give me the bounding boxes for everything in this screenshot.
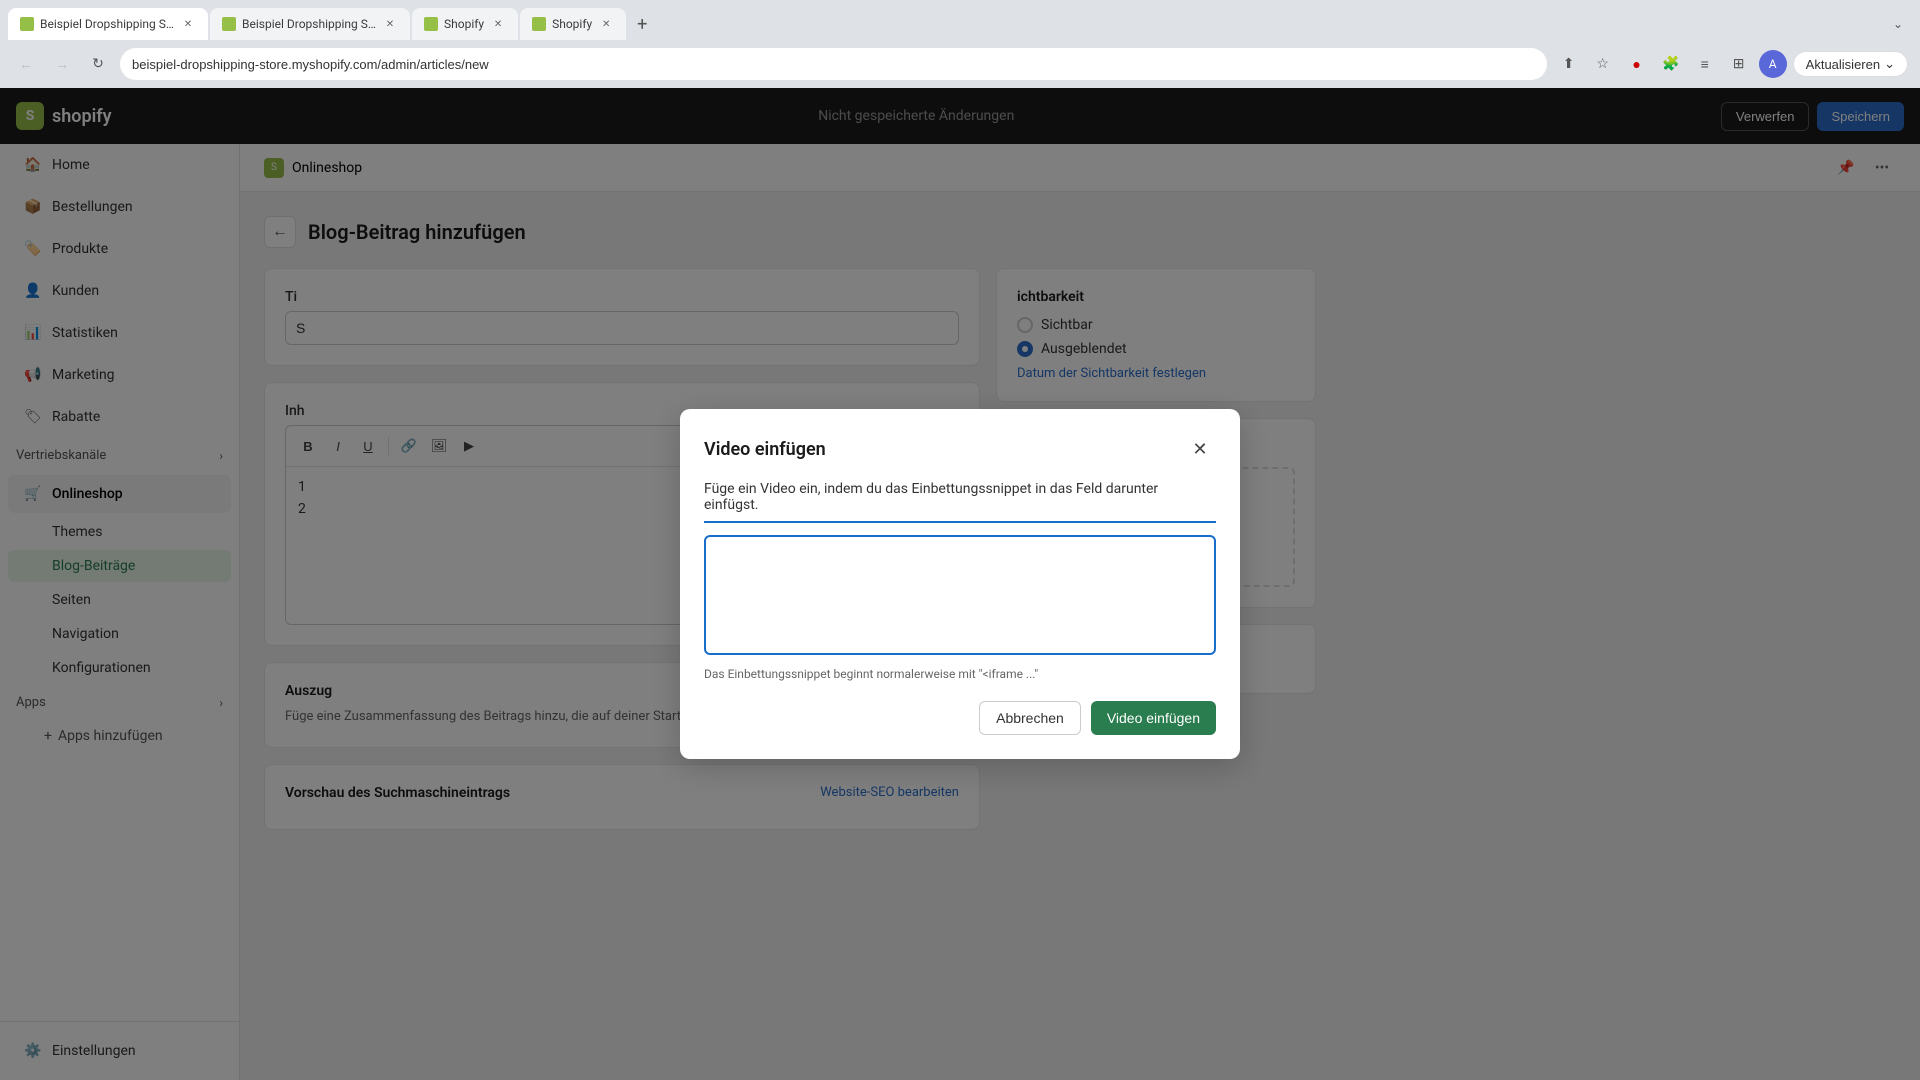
aktualisieren-chevron: ⌄ (1884, 56, 1895, 72)
layout-icon[interactable]: ⊞ (1725, 50, 1753, 78)
tab-4-title: Shopify (552, 17, 592, 31)
tab-3[interactable]: Shopify ✕ (412, 8, 518, 40)
tab-3-close[interactable]: ✕ (490, 16, 506, 32)
video-einfuegen-button[interactable]: Video einfügen (1091, 701, 1216, 735)
abbrechen-button[interactable]: Abbrechen (979, 701, 1081, 735)
tab-2-favicon (222, 17, 236, 31)
modal-embed-textarea[interactable] (704, 535, 1216, 655)
tab-3-title: Shopify (444, 17, 484, 31)
modal-close-button[interactable]: ✕ (1184, 433, 1216, 465)
new-tab-button[interactable]: + (628, 10, 656, 38)
tab-2[interactable]: Beispiel Dropshipping Store ✕ (210, 8, 410, 40)
tab-2-close[interactable]: ✕ (382, 16, 398, 32)
browser-chrome: Beispiel Dropshipping Store · E... ✕ Bei… (0, 0, 1920, 88)
opera-icon[interactable]: ● (1623, 50, 1651, 78)
forward-nav-button[interactable]: → (48, 50, 76, 78)
back-nav-button[interactable]: ← (12, 50, 40, 78)
tab-4-favicon (532, 17, 546, 31)
aktualisieren-label: Aktualisieren (1806, 57, 1880, 72)
video-einfuegen-modal: Video einfügen ✕ Füge ein Video ein, ind… (680, 409, 1240, 759)
tab-bar: Beispiel Dropshipping Store · E... ✕ Bei… (0, 0, 1920, 40)
tab-1-title: Beispiel Dropshipping Store · E... (40, 17, 174, 31)
tab-1-close[interactable]: ✕ (180, 16, 196, 32)
bookmark-icon[interactable]: ☆ (1589, 50, 1617, 78)
modal-header: Video einfügen ✕ (704, 433, 1216, 465)
menu-icon[interactable]: ≡ (1691, 50, 1719, 78)
reload-nav-button[interactable]: ↻ (84, 50, 112, 78)
tab-4-close[interactable]: ✕ (598, 16, 614, 32)
tab-1-favicon (20, 17, 34, 31)
modal-overlay: Video einfügen ✕ Füge ein Video ein, ind… (0, 88, 1920, 1080)
tab-overflow-button[interactable]: ⌄ (1884, 10, 1912, 38)
modal-footer: Abbrechen Video einfügen (704, 701, 1216, 735)
tab-3-favicon (424, 17, 438, 31)
browser-actions: ⬆ ☆ ● 🧩 ≡ ⊞ A Aktualisieren ⌄ (1555, 50, 1908, 78)
extension-icon[interactable]: 🧩 (1657, 50, 1685, 78)
aktualisieren-button[interactable]: Aktualisieren ⌄ (1793, 51, 1908, 77)
tab-4[interactable]: Shopify ✕ (520, 8, 626, 40)
tab-1[interactable]: Beispiel Dropshipping Store · E... ✕ (8, 8, 208, 40)
modal-hint: Das Einbettungssnippet beginnt normalerw… (704, 667, 1216, 681)
address-bar: ← → ↻ ⬆ ☆ ● 🧩 ≡ ⊞ A Aktualisieren ⌄ (0, 40, 1920, 88)
url-input[interactable] (120, 48, 1547, 80)
profile-icon[interactable]: A (1759, 50, 1787, 78)
tab-2-title: Beispiel Dropshipping Store (242, 17, 376, 31)
modal-description: Füge ein Video ein, indem du das Einbett… (704, 481, 1216, 523)
share-icon[interactable]: ⬆ (1555, 50, 1583, 78)
modal-title: Video einfügen (704, 439, 826, 460)
